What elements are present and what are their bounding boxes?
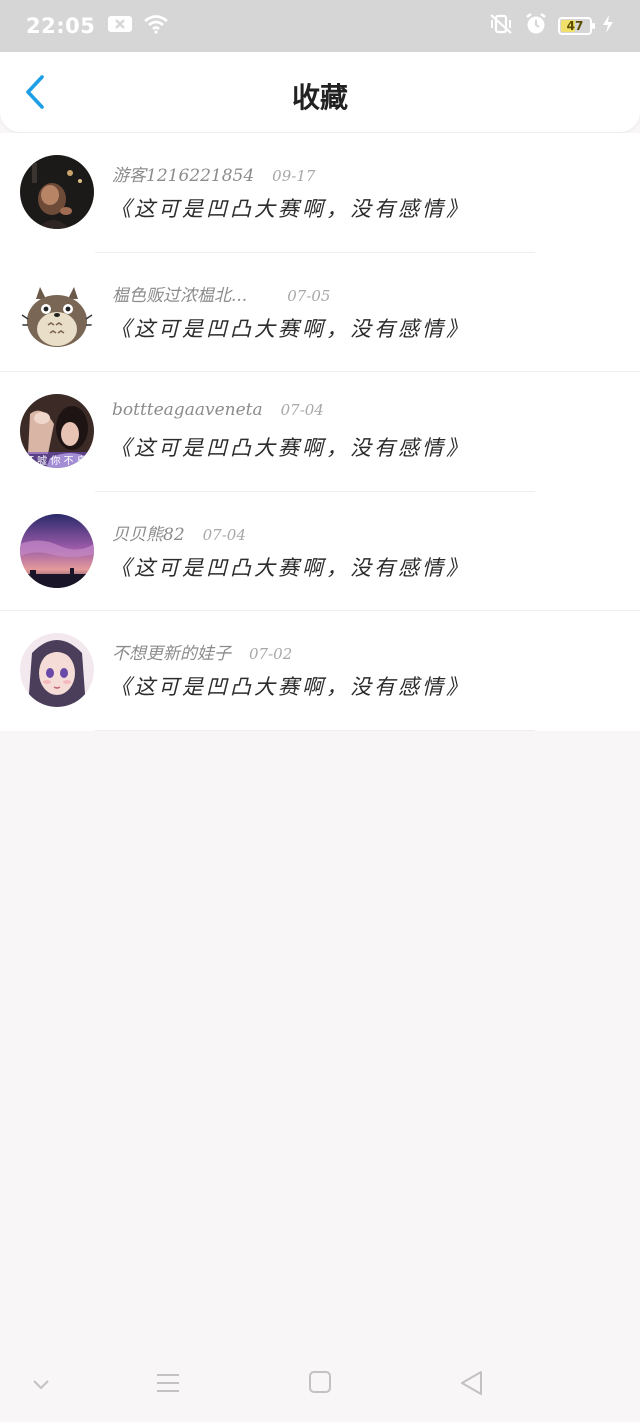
divider [95,729,535,731]
svg-text:打 嘘 你 不 自: 打 嘘 你 不 自 [24,454,87,467]
item-title: 《这可是凹凸大赛啊，没有感情》 [110,436,470,461]
list-item[interactable]: 榅色贩过浓榅北... 07-05 《这可是凹凸大赛啊，没有感情》 [0,253,640,373]
date: 07-04 [280,401,324,420]
date: 07-04 [202,525,246,544]
avatar[interactable] [20,155,94,229]
alarm-icon [524,12,548,40]
username: 贝贝熊82 [112,524,185,545]
list-item[interactable]: 不想更新的娃子 07-02 《这可是凹凸大赛啊，没有感情》 [0,611,640,731]
wifi-icon [143,14,169,38]
system-nav-bar [0,1350,640,1422]
avatar[interactable] [20,633,94,708]
message-icon [107,15,133,37]
chevron-down-icon[interactable] [32,1376,50,1395]
back-triangle-icon[interactable] [459,1370,485,1400]
home-square-icon[interactable] [308,1370,332,1398]
item-title: 《这可是凹凸大赛啊，没有感情》 [110,197,470,221]
menu-icon[interactable] [155,1372,181,1398]
item-meta: 游客1216221854 09-17 [112,161,315,186]
date: 07-05 [287,286,331,305]
username: 游客1216221854 [112,166,255,186]
avatar[interactable] [20,513,94,588]
favorites-list: 游客1216221854 09-17 《这可是凹凸大赛啊，没有感情》 榅色贩过浓… [0,133,640,731]
date: 09-17 [272,167,316,185]
item-meta: 不想更新的娃子 07-02 [112,639,292,664]
item-meta: 贝贝熊82 07-04 [112,520,246,545]
avatar[interactable]: 打 嘘 你 不 自 [20,394,94,469]
username: 不想更新的娃子 [112,644,231,665]
item-meta: bottteagaaveneta 07-04 [112,400,324,420]
battery-icon: 47 [558,17,595,35]
username: 榅色贩过浓榅北... [112,285,248,306]
list-item[interactable]: 贝贝熊82 07-04 《这可是凹凸大赛啊，没有感情》 [0,492,640,612]
status-time: 22:05 [26,14,96,38]
username: bottteagaaveneta [112,400,263,421]
item-title: 《这可是凹凸大赛啊，没有感情》 [110,675,470,700]
list-item[interactable]: 游客1216221854 09-17 《这可是凹凸大赛啊，没有感情》 [0,133,640,253]
vibrate-icon [488,13,514,39]
charging-icon [602,15,614,37]
item-title: 《这可是凹凸大赛啊，没有感情》 [110,316,470,341]
status-bar: 22:05 47 [0,0,640,52]
list-item[interactable]: 打 嘘 你 不 自 bottteagaaveneta 07-04 《这可是凹凸大… [0,372,640,492]
date: 07-02 [249,645,293,664]
battery-level: 47 [566,19,584,33]
avatar[interactable] [20,274,94,349]
item-meta: 榅色贩过浓榅北... 07-05 [112,281,330,306]
page-title: 收藏 [291,81,348,114]
item-title: 《这可是凹凸大赛啊，没有感情》 [110,555,470,580]
header: 收藏 [0,52,640,132]
